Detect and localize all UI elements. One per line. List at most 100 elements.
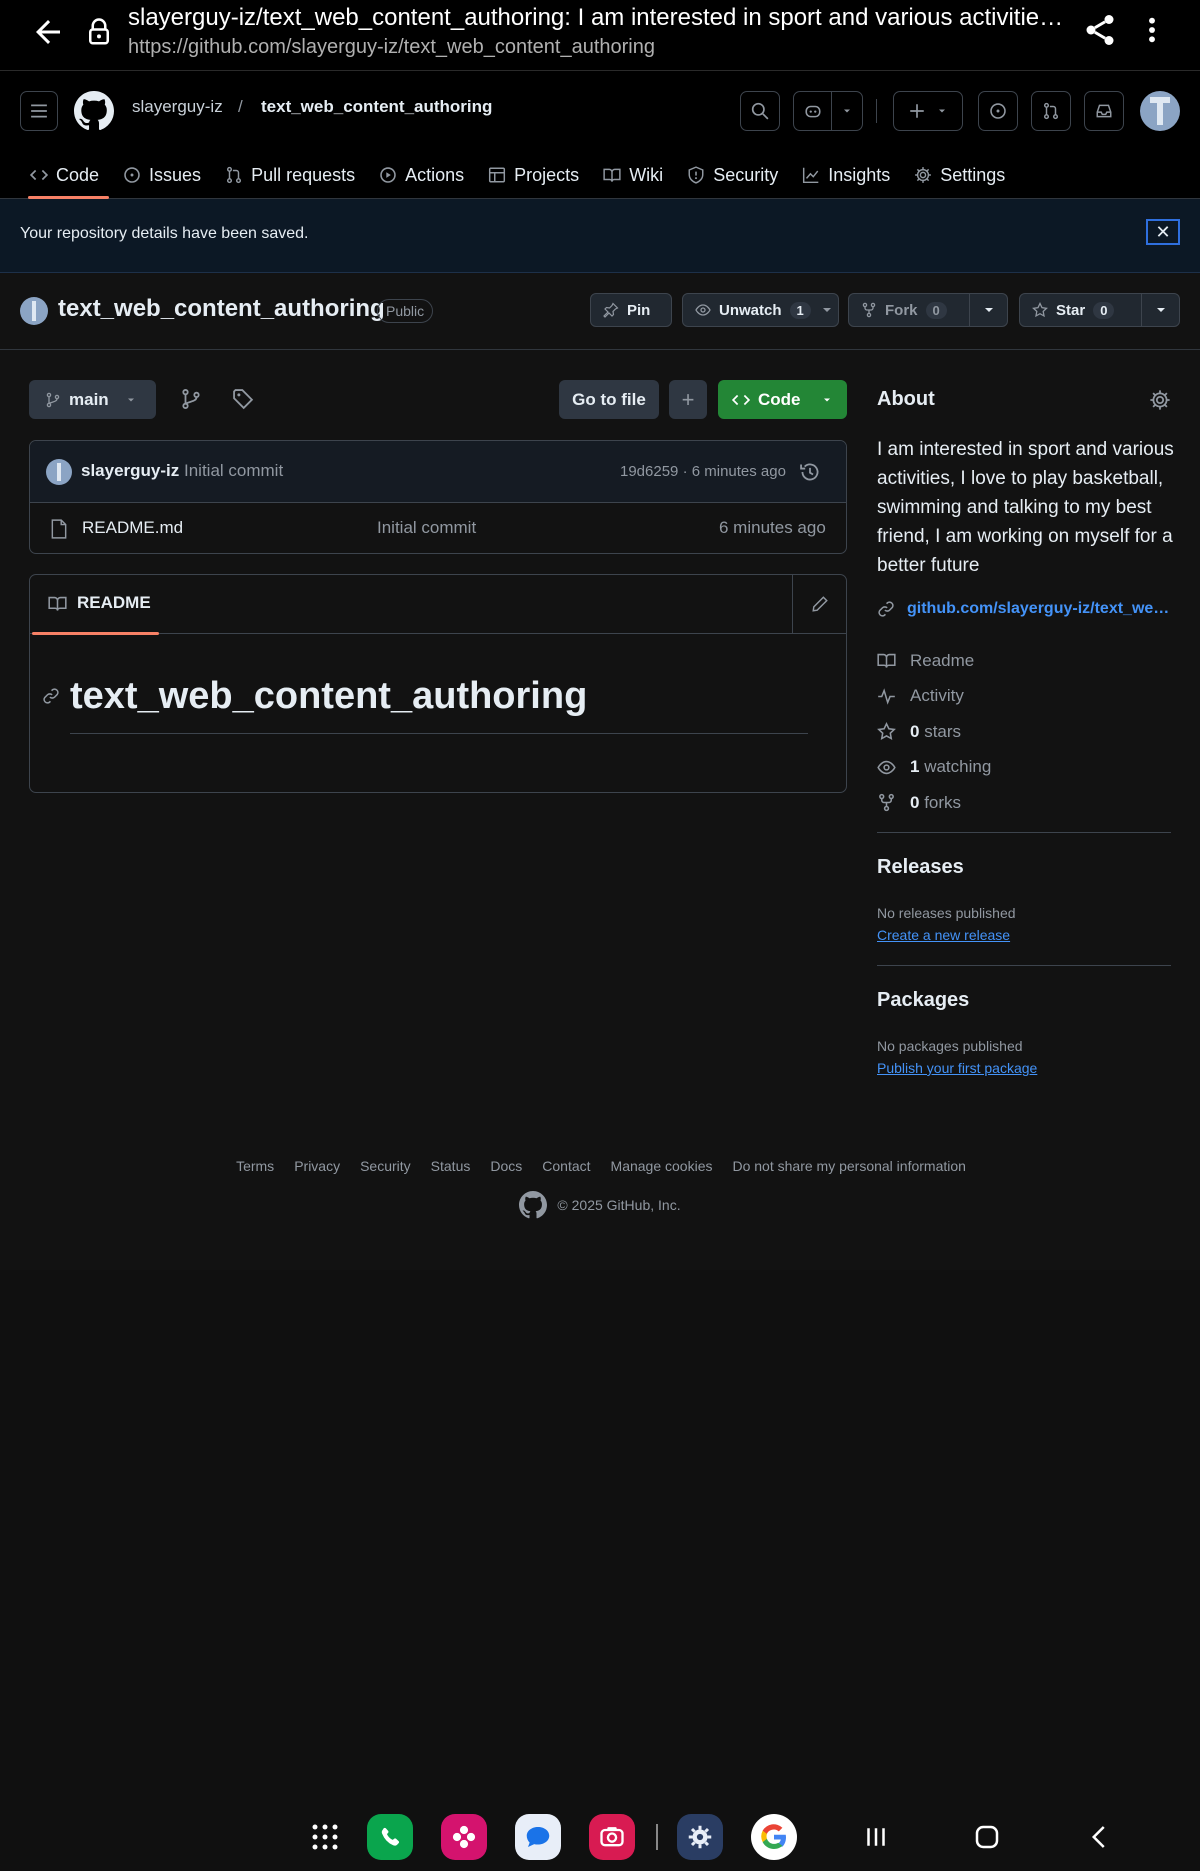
- tab-issues[interactable]: Issues: [111, 151, 213, 199]
- table-row[interactable]: README.md Initial commit 6 minutes ago: [30, 503, 846, 553]
- star-count: 0: [1093, 301, 1115, 319]
- sidebar-item-watching[interactable]: 1 watching: [877, 750, 1177, 786]
- link-icon[interactable]: [42, 687, 60, 705]
- gear-icon[interactable]: [1149, 389, 1171, 411]
- footer-link-do-not-share[interactable]: Do not share my personal information: [732, 1158, 965, 1174]
- tab-wiki[interactable]: Wiki: [591, 151, 675, 199]
- back-arrow-icon[interactable]: [30, 14, 66, 50]
- tab-readme[interactable]: README: [32, 593, 159, 635]
- inbox-button[interactable]: [1084, 91, 1124, 131]
- releases-heading[interactable]: Releases: [877, 856, 964, 879]
- file-commit-link[interactable]: Initial commit: [377, 518, 476, 538]
- recent-apps-icon[interactable]: [861, 1822, 891, 1852]
- browser-url[interactable]: https://github.com/slayerguy-iz/text_web…: [128, 36, 655, 59]
- chevron-down-icon[interactable]: [969, 294, 1007, 326]
- watch-label: Unwatch: [719, 301, 782, 319]
- forks-label: forks: [924, 792, 962, 812]
- user-avatar[interactable]: [1140, 91, 1180, 131]
- share-icon[interactable]: [1082, 12, 1118, 48]
- context-repo-link[interactable]: text_web_content_authoring: [261, 97, 492, 117]
- tab-label: Wiki: [629, 164, 664, 185]
- github-logo-icon[interactable]: [74, 91, 114, 131]
- commit-meta[interactable]: 19d6259 · 6 minutes ago: [620, 463, 786, 480]
- homepage-link[interactable]: github.com/slayerguy-iz/text_web_content…: [877, 600, 1177, 618]
- messages-app-icon[interactable]: [515, 1814, 561, 1860]
- star-label: Star: [1056, 301, 1086, 319]
- about-stats-list: Readme Activity 0 stars 1 watching 0 for…: [877, 643, 1177, 821]
- footer-link-status[interactable]: Status: [431, 1158, 471, 1174]
- create-release-link[interactable]: Create a new release: [877, 927, 1010, 943]
- flower-app-icon[interactable]: [441, 1814, 487, 1860]
- footer-link-docs[interactable]: Docs: [490, 1158, 522, 1174]
- chevron-down-icon[interactable]: [819, 302, 835, 318]
- create-new-button[interactable]: [893, 91, 963, 131]
- sidebar-item-activity[interactable]: Activity: [877, 679, 1177, 715]
- settings-app-icon[interactable]: [677, 1814, 723, 1860]
- google-app-icon[interactable]: [751, 1814, 797, 1860]
- flash-close-button[interactable]: ✕: [1146, 219, 1180, 245]
- tab-settings[interactable]: Settings: [902, 151, 1017, 199]
- repo-nav-tabs: Code Issues Pull requests Actions Projec…: [18, 151, 1017, 199]
- pin-button[interactable]: Pin: [590, 293, 672, 327]
- tab-projects[interactable]: Projects: [476, 151, 591, 199]
- home-icon[interactable]: [972, 1822, 1002, 1852]
- commit-author[interactable]: slayerguy-iz: [81, 461, 179, 481]
- footer-link-manage-cookies[interactable]: Manage cookies: [611, 1158, 713, 1174]
- fork-button[interactable]: Fork 0: [848, 293, 1008, 327]
- star-icon: [1032, 302, 1048, 318]
- footer-link-contact[interactable]: Contact: [542, 1158, 590, 1174]
- camera-app-icon[interactable]: [589, 1814, 635, 1860]
- file-name-link[interactable]: README.md: [82, 518, 183, 538]
- code-button[interactable]: Code: [718, 380, 847, 419]
- hamburger-menu-button[interactable]: [20, 91, 58, 131]
- chevron-down-icon[interactable]: [1141, 294, 1179, 326]
- tab-actions[interactable]: Actions: [367, 151, 476, 199]
- branch-icon: [46, 392, 60, 407]
- branches-icon[interactable]: [180, 388, 202, 410]
- sidebar-divider: [877, 832, 1171, 833]
- lock-icon[interactable]: [84, 14, 114, 50]
- issue-icon: [990, 103, 1006, 119]
- more-vertical-icon[interactable]: [1136, 12, 1168, 48]
- edit-readme-button[interactable]: [792, 575, 847, 633]
- sidebar-item-stars[interactable]: 0 stars: [877, 714, 1177, 750]
- book-icon: [48, 596, 67, 611]
- tab-security[interactable]: Security: [675, 151, 790, 199]
- stars-label: stars: [924, 721, 962, 741]
- publish-package-link[interactable]: Publish your first package: [877, 1060, 1037, 1076]
- phone-app-icon[interactable]: [367, 1814, 413, 1860]
- owner-avatar[interactable]: [20, 297, 48, 325]
- commit-message[interactable]: Initial commit: [184, 461, 283, 481]
- watch-button[interactable]: Unwatch 1: [682, 293, 839, 327]
- repo-name[interactable]: text_web_content_authoring: [58, 295, 385, 323]
- footer-link-privacy[interactable]: Privacy: [294, 1158, 340, 1174]
- sidebar-item-readme[interactable]: Readme: [877, 643, 1177, 679]
- history-icon[interactable]: [799, 461, 821, 483]
- footer-link-security[interactable]: Security: [360, 1158, 411, 1174]
- tab-insights[interactable]: Insights: [790, 151, 902, 199]
- tab-pull-requests[interactable]: Pull requests: [213, 151, 367, 199]
- go-to-file-button[interactable]: Go to file: [559, 380, 659, 419]
- copilot-button[interactable]: [793, 91, 863, 131]
- branch-select-button[interactable]: main: [29, 380, 156, 419]
- sidebar-item-forks[interactable]: 0 forks: [877, 785, 1177, 821]
- star-button[interactable]: Star 0: [1019, 293, 1180, 327]
- pull-requests-button[interactable]: [1031, 91, 1071, 131]
- tab-label: Security: [713, 164, 779, 185]
- back-nav-icon[interactable]: [1085, 1822, 1115, 1852]
- add-file-button[interactable]: +: [669, 380, 707, 419]
- app-drawer-icon[interactable]: [302, 1814, 348, 1860]
- issues-button[interactable]: [978, 91, 1018, 131]
- search-button[interactable]: [740, 91, 780, 131]
- tag-icon[interactable]: [232, 388, 254, 410]
- context-owner-link[interactable]: slayerguy-iz: [132, 97, 223, 117]
- tab-code[interactable]: Code: [18, 151, 111, 199]
- file-age: 6 minutes ago: [719, 518, 826, 537]
- commit-author-avatar[interactable]: [46, 459, 72, 485]
- browser-page-title[interactable]: slayerguy-iz/text_web_content_authoring:…: [128, 4, 1068, 32]
- packages-heading[interactable]: Packages: [877, 989, 969, 1012]
- tab-label: Actions: [405, 164, 465, 185]
- footer-link-terms[interactable]: Terms: [236, 1158, 274, 1174]
- github-logo-icon[interactable]: [519, 1191, 548, 1219]
- pulse-icon: [878, 687, 895, 705]
